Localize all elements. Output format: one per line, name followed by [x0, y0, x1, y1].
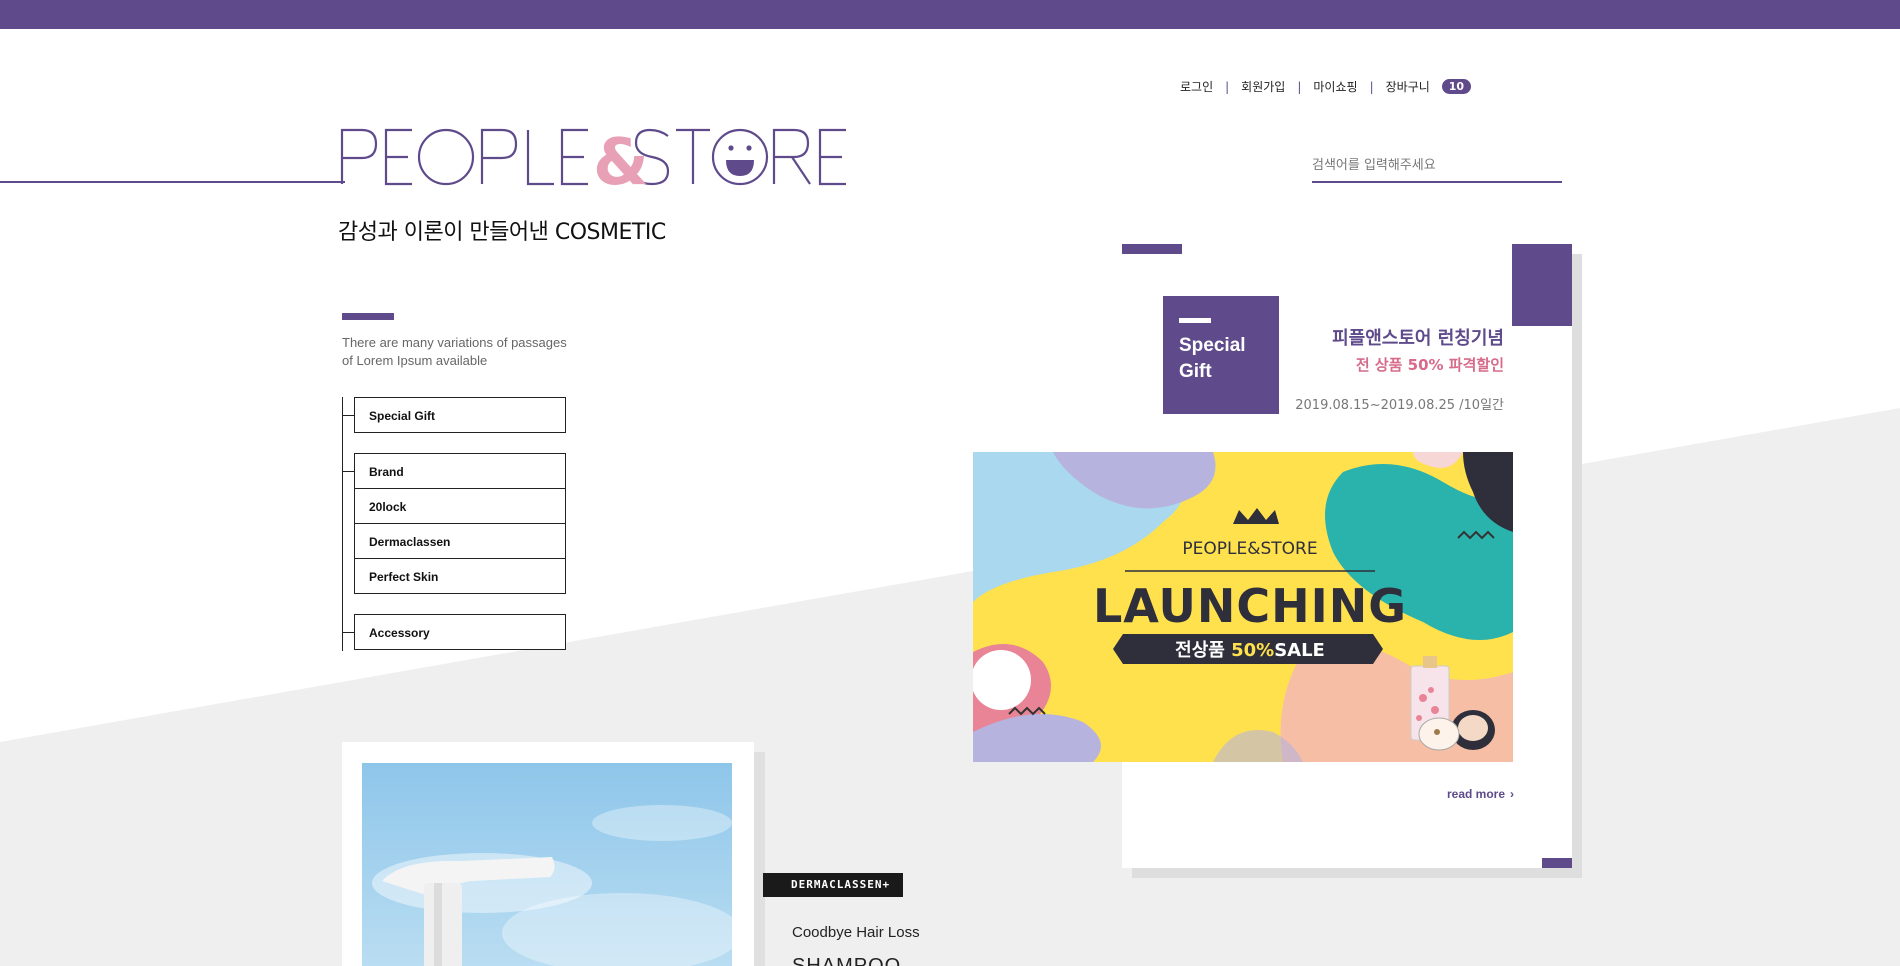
top-accent-bar: [0, 0, 1900, 29]
category-label: Perfect Skin: [369, 570, 439, 584]
section-accent-bar: [342, 313, 394, 320]
read-more-label: read more: [1446, 787, 1505, 801]
intro-line-2: of Lorem Ipsum available: [342, 353, 488, 368]
nav-divider: |: [1297, 79, 1302, 94]
banner-sale-prefix: 전상품: [1175, 640, 1231, 661]
event-card-corner-block: [1512, 244, 1572, 326]
product-image: [362, 763, 732, 966]
category-label: 20lock: [369, 500, 407, 514]
brand-tag: DERMACLASSEN+: [763, 873, 903, 897]
svg-text:&: &: [593, 126, 649, 188]
banner-brand: PEOPLE&STORE: [1182, 539, 1317, 559]
event-card-accent-bottom: [1542, 858, 1572, 868]
category-label: Brand: [369, 465, 404, 479]
tagline: 감성과 이론이 만들어낸 COSMETIC: [338, 220, 666, 245]
mypage-link[interactable]: 마이쇼핑: [1313, 78, 1357, 95]
category-dermaclassen[interactable]: Dermaclassen: [354, 523, 566, 559]
read-more-link[interactable]: read more ›: [1447, 787, 1514, 801]
banner-sale-line: 전상품 50%SALE: [1175, 640, 1325, 661]
gift-dash: [1179, 318, 1211, 323]
event-date: 2019.08.15~2019.08.25 /10일간: [1295, 398, 1504, 413]
category-menu: Special Gift Brand 20lock Dermaclassen P…: [342, 397, 567, 651]
search-input[interactable]: [1312, 154, 1562, 181]
category-label: Accessory: [369, 626, 430, 640]
banner-artwork: PEOPLE&STORE LAUNCHING 전상품 50%SALE: [973, 452, 1513, 762]
banner-sale-suffix: SALE: [1274, 640, 1325, 661]
category-special-gift[interactable]: Special Gift: [342, 397, 566, 433]
search-box: [1312, 154, 1562, 183]
gift-label: Special Gift: [1179, 335, 1246, 382]
category-brand[interactable]: Brand: [342, 453, 566, 489]
utility-nav: 로그인 | 회원가입 | 마이쇼핑 | 장바구니 10: [1180, 78, 1472, 95]
cart-link[interactable]: 장바구니: [1386, 78, 1430, 95]
intro-line-1: There are many variations of passages: [342, 335, 567, 350]
category-20lock[interactable]: 20lock: [354, 488, 566, 524]
launching-banner[interactable]: PEOPLE&STORE LAUNCHING 전상품 50%SALE: [973, 452, 1513, 762]
intro-text: There are many variations of passages of…: [342, 334, 622, 370]
special-gift-box: Special Gift: [1163, 296, 1279, 414]
event-card-accent-top: [1122, 244, 1182, 254]
tree-tick: [342, 632, 354, 633]
cart-count-badge: 10: [1441, 79, 1472, 94]
product-card[interactable]: [342, 742, 754, 966]
logo-re-icon: [772, 128, 846, 186]
product-title: SHAMPOO: [792, 955, 902, 966]
shampoo-pump-icon: [362, 763, 732, 966]
background-diagonal-band: [0, 408, 1900, 966]
tree-tick: [342, 415, 354, 416]
banner-headline: LAUNCHING: [1093, 579, 1407, 633]
nav-divider: |: [1369, 79, 1374, 94]
logo-wordmark-icon: &: [340, 126, 769, 200]
site-logo[interactable]: &: [340, 126, 846, 200]
category-perfect-skin[interactable]: Perfect Skin: [354, 558, 566, 594]
signup-link[interactable]: 회원가입: [1241, 78, 1285, 95]
event-subtitle: 전 상품 50% 파격할인: [1355, 356, 1504, 374]
nav-divider: |: [1225, 79, 1230, 94]
event-title: 피플앤스토어 런칭기념: [1332, 328, 1504, 349]
chevron-right-icon: ›: [1510, 787, 1514, 801]
product-subtitle: Coodbye Hair Loss: [792, 924, 920, 941]
category-tree-line: [342, 397, 343, 651]
banner-sale-percent: 50%: [1231, 640, 1274, 661]
login-link[interactable]: 로그인: [1180, 78, 1213, 95]
category-label: Dermaclassen: [369, 535, 451, 549]
category-label: Special Gift: [369, 409, 436, 423]
category-accessory[interactable]: Accessory: [342, 614, 566, 650]
tree-tick: [342, 471, 354, 472]
logo-underline: [0, 181, 345, 183]
